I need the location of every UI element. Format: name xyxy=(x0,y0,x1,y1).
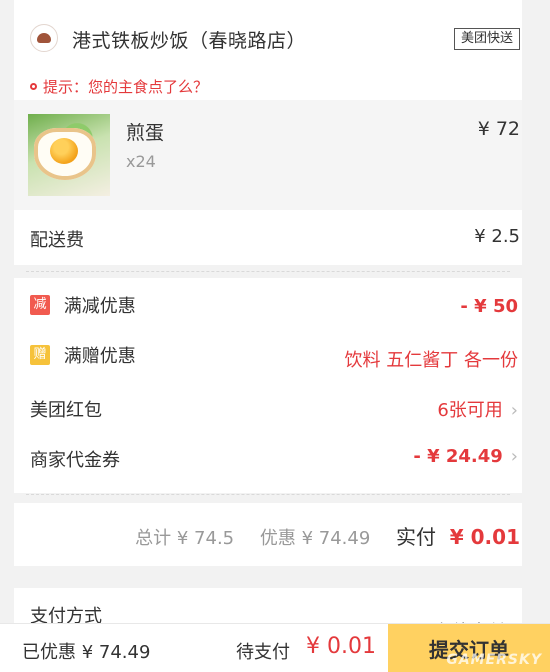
pending-label: 待支付 xyxy=(236,642,290,663)
red-packet-value: 6张可用 › xyxy=(437,396,518,422)
total-amount: 总计 ¥ 74.5 xyxy=(135,528,235,549)
staple-hint: 提示：您的主食点了么？ xyxy=(30,76,208,97)
order-summary-card: 港式铁板炒饭（春晓路店） 美团快送 提示：您的主食点了么？ 煎蛋 x24 ¥ 7… xyxy=(14,0,522,265)
hint-dot-icon xyxy=(30,83,37,90)
promo-full-reduction: 减 满减优惠 - ¥ 50 xyxy=(30,292,518,328)
voucher-amount: - ¥ 24.49 xyxy=(413,446,503,467)
gift-tag-icon: 赠 xyxy=(30,345,50,365)
divider-bottom xyxy=(26,494,510,495)
voucher-value: - ¥ 24.49 › xyxy=(413,446,518,467)
reduction-tag-icon: 减 xyxy=(30,295,50,315)
promo-label: 满赠优惠 xyxy=(63,346,136,367)
red-packet-label: 美团红包 xyxy=(30,400,102,421)
promo-value: - ¥ 50 xyxy=(460,296,518,317)
voucher-row[interactable]: 商家代金券 - ¥ 24.49 › xyxy=(30,442,518,478)
dish-quantity: x24 xyxy=(126,152,156,171)
hint-text: 提示：您的主食点了么？ xyxy=(43,78,209,96)
discount-amount: 优惠 ¥ 74.49 xyxy=(259,528,371,549)
voucher-label: 商家代金券 xyxy=(30,450,120,471)
divider-top xyxy=(26,271,510,272)
discounts-card: 减 满减优惠 - ¥ 50 赠 满赠优惠 饮料 五仁酱丁 各一份 美团红包 6张… xyxy=(14,271,522,495)
shop-header[interactable]: 港式铁板炒饭（春晓路店） 美团快送 xyxy=(14,18,522,62)
chevron-right-icon: › xyxy=(510,446,518,467)
delivery-fee-row: 配送费 ¥ 2.5 xyxy=(30,226,520,256)
dish-name: 煎蛋 xyxy=(126,122,165,144)
shop-logo-icon xyxy=(30,24,58,52)
dish-price: ¥ 72 xyxy=(477,118,520,140)
delivery-badge: 美团快送 xyxy=(453,28,520,50)
promo-value: 饮料 五仁酱丁 各一份 xyxy=(344,350,518,371)
promo-label: 满减优惠 xyxy=(63,296,136,317)
watermark: GAMERSKY xyxy=(446,652,542,668)
total-line: 总计 ¥ 74.5 优惠 ¥ 74.49 实付 ¥ 0.01 xyxy=(135,521,520,550)
total-card: 总计 ¥ 74.5 优惠 ¥ 74.49 实付 ¥ 0.01 xyxy=(14,503,522,566)
red-packet-row[interactable]: 美团红包 6张可用 › xyxy=(30,392,518,428)
dish-item: 煎蛋 x24 ¥ 72 xyxy=(14,100,522,210)
delivery-fee-value: ¥ 2.5 xyxy=(474,226,520,247)
shop-name: 港式铁板炒饭（春晓路店） xyxy=(72,30,307,52)
promo-gift: 赠 满赠优惠 饮料 五仁酱丁 各一份 xyxy=(30,342,518,378)
pending-amount: ¥ 0.01 xyxy=(306,634,376,659)
actual-pay-label: 实付 xyxy=(396,525,437,549)
red-packet-count: 6张可用 xyxy=(437,400,503,421)
saved-amount: 已优惠 ¥ 74.49 xyxy=(22,642,151,663)
chevron-right-icon: › xyxy=(510,400,518,421)
dish-image xyxy=(28,114,110,196)
checkout-bar: 已优惠 ¥ 74.49 待支付 ¥ 0.01 提交订单 GAMERSKY xyxy=(0,623,550,672)
actual-pay-value: ¥ 0.01 xyxy=(449,525,520,549)
delivery-fee-label: 配送费 xyxy=(30,230,84,251)
